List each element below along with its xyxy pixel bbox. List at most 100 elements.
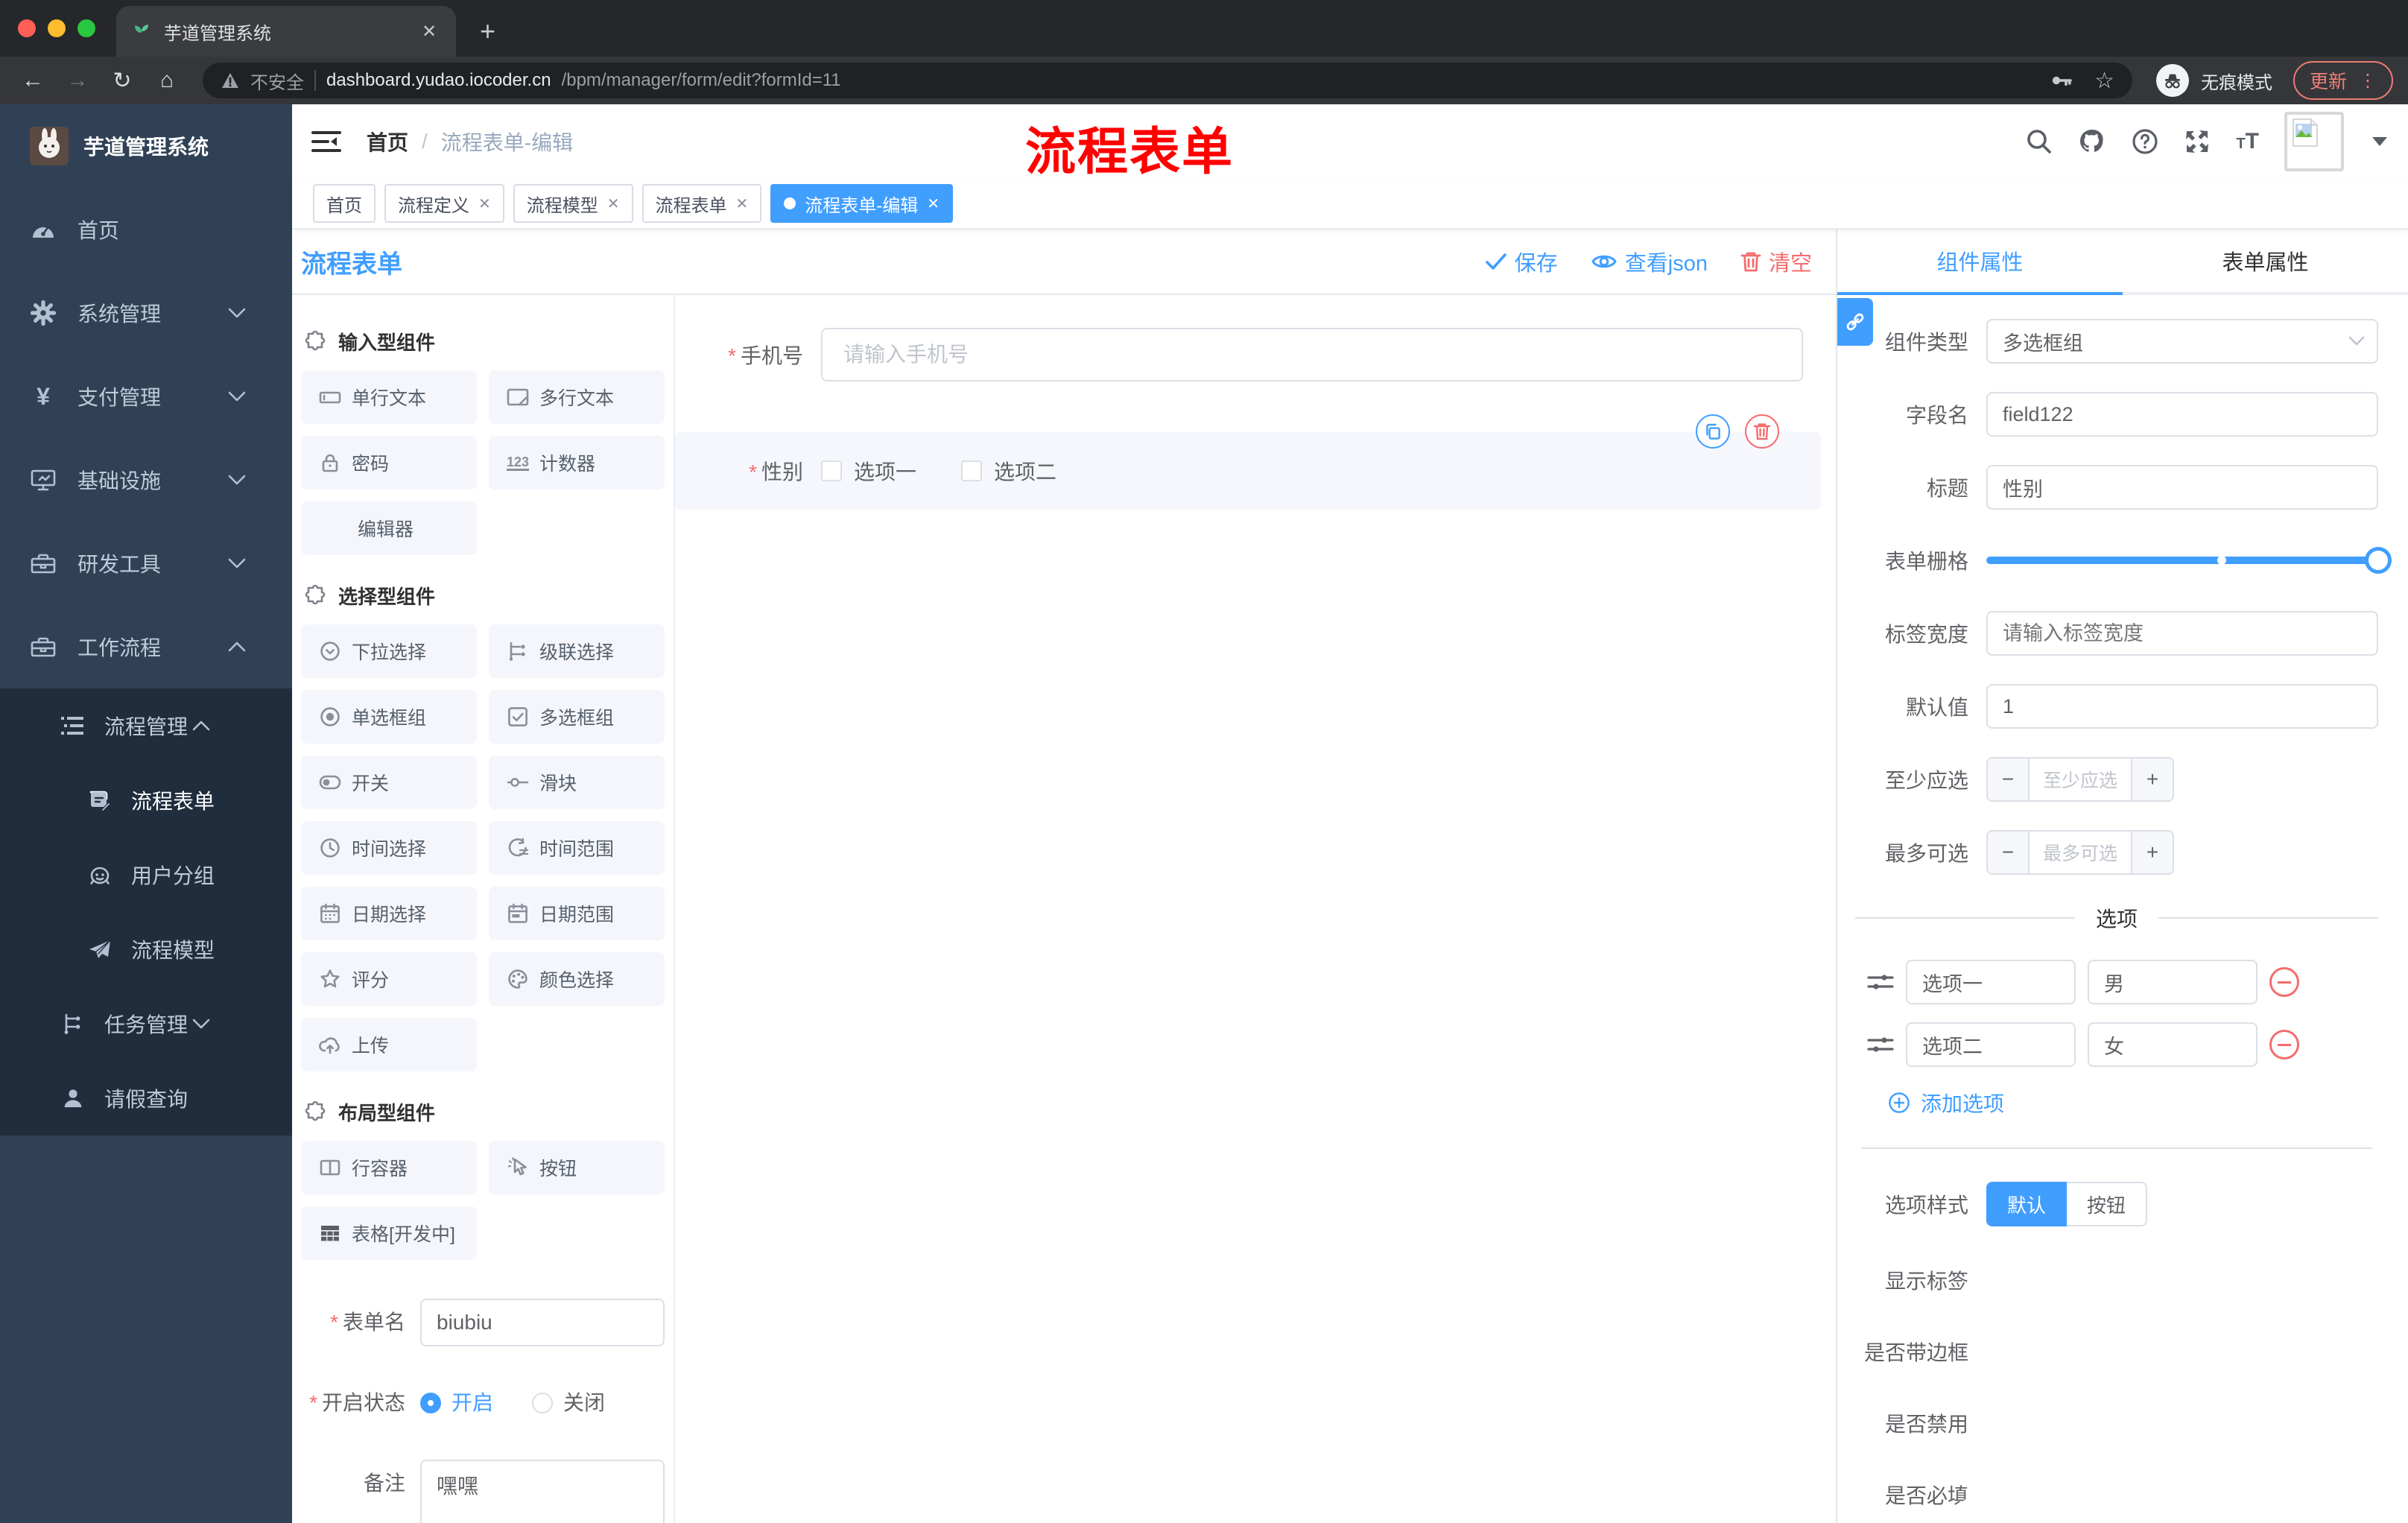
tag-process-model[interactable]: 流程模型 ✕	[513, 184, 633, 223]
sidebar-item-system[interactable]: 系统管理	[0, 271, 292, 355]
copy-component-button[interactable]	[1696, 414, 1730, 449]
tag-home[interactable]: 首页	[313, 184, 376, 223]
zoom-window-button[interactable]	[77, 19, 95, 37]
palette-item-editor[interactable]: 编辑器	[301, 501, 477, 555]
style-default-button[interactable]: 默认	[1986, 1182, 2067, 1226]
sidebar-item-task-management[interactable]: 任务管理	[0, 987, 292, 1061]
palette-item-time-picker[interactable]: 时间选择	[301, 821, 477, 875]
max-select-placeholder[interactable]: 最多可选	[2030, 832, 2131, 873]
minus-icon[interactable]: −	[1988, 759, 2030, 800]
user-menu-caret-icon[interactable]	[2372, 137, 2387, 146]
palette-item-cascader[interactable]: 级联选择	[489, 624, 665, 678]
option-2-value-input[interactable]	[2088, 1022, 2258, 1067]
help-icon[interactable]	[2132, 128, 2158, 155]
style-button-button[interactable]: 按钮	[2067, 1182, 2147, 1226]
palette-item-radio-group[interactable]: 单选框组	[301, 690, 477, 744]
max-select-stepper[interactable]: − 最多可选 +	[1986, 830, 2174, 875]
reload-icon[interactable]: ↻	[104, 63, 140, 98]
palette-item-rate[interactable]: 评分	[301, 952, 477, 1006]
sidebar-item-leave-query[interactable]: 请假查询	[0, 1061, 292, 1136]
close-icon[interactable]: ✕	[478, 194, 491, 213]
title-input[interactable]	[1986, 465, 2378, 510]
collapse-sidebar-icon[interactable]	[307, 122, 346, 161]
palette-item-switch[interactable]: 开关	[301, 756, 477, 809]
new-tab-button[interactable]: +	[471, 6, 504, 57]
sidebar-item-process-form[interactable]: 流程表单	[0, 763, 292, 838]
slider-handle[interactable]	[2365, 547, 2392, 574]
palette-item-multi-line-text[interactable]: 多行文本	[489, 370, 665, 424]
palette-item-dropdown-select[interactable]: 下拉选择	[301, 624, 477, 678]
palette-item-slider[interactable]: 滑块	[489, 756, 665, 809]
close-icon[interactable]: ✕	[607, 194, 620, 213]
phone-field-input[interactable]	[821, 328, 1803, 381]
min-select-placeholder[interactable]: 至少应选	[2030, 759, 2131, 800]
update-button[interactable]: 更新 ⋮	[2293, 61, 2393, 100]
font-size-icon[interactable]: TT	[2236, 129, 2259, 154]
save-button[interactable]: 保存	[1485, 246, 1558, 277]
view-json-button[interactable]: 查看json	[1591, 246, 1708, 277]
checkbox-icon[interactable]	[821, 460, 842, 481]
field-name-input[interactable]	[1986, 392, 2378, 437]
tab-component-props[interactable]: 组件属性	[1837, 229, 2123, 295]
bookmark-star-icon[interactable]: ☆	[2094, 68, 2114, 94]
slider-track[interactable]	[1986, 547, 2392, 574]
sidebar-item-process-model[interactable]: 流程模型	[0, 912, 292, 987]
link-icon[interactable]	[1837, 298, 1873, 346]
gender-option-2[interactable]: 选项二	[961, 456, 1056, 486]
palette-item-time-range[interactable]: 时间范围	[489, 821, 665, 875]
delete-component-button[interactable]	[1745, 414, 1779, 449]
key-icon[interactable]	[2050, 70, 2073, 91]
browser-menu-icon[interactable]: ⋮	[2359, 70, 2377, 92]
close-icon[interactable]: ✕	[927, 194, 940, 213]
sidebar-item-devtools[interactable]: 研发工具	[0, 522, 292, 605]
canvas-field-phone[interactable]: 手机号	[675, 328, 1821, 381]
search-icon[interactable]	[2026, 128, 2053, 155]
palette-item-button[interactable]: 按钮	[489, 1141, 665, 1194]
minimize-window-button[interactable]	[48, 19, 66, 37]
palette-item-password[interactable]: 密码	[301, 436, 477, 490]
close-window-button[interactable]	[18, 19, 36, 37]
address-bar[interactable]: 不安全 dashboard.yudao.iocoder.cn/bpm/manag…	[203, 63, 2132, 98]
sidebar-item-workflow[interactable]: 工作流程	[0, 605, 292, 688]
sidebar-item-infrastructure[interactable]: 基础设施	[0, 438, 292, 522]
remove-option-icon[interactable]	[2269, 1030, 2299, 1060]
canvas-field-gender-selected[interactable]: 性别 选项一 选项二	[675, 414, 1821, 510]
sidebar-item-process-management[interactable]: 流程管理	[0, 688, 292, 763]
minus-icon[interactable]: −	[1988, 832, 2030, 873]
gender-option-1[interactable]: 选项一	[821, 456, 916, 486]
github-icon[interactable]	[2078, 128, 2106, 155]
palette-item-row-container[interactable]: 行容器	[301, 1141, 477, 1194]
option-1-name-input[interactable]	[1906, 960, 2076, 1004]
option-1-value-input[interactable]	[2088, 960, 2258, 1004]
sidebar-item-user-groups[interactable]: 用户分组	[0, 838, 292, 912]
home-icon[interactable]: ⌂	[149, 63, 185, 98]
palette-item-checkbox-group[interactable]: 多选框组	[489, 690, 665, 744]
forward-icon[interactable]: →	[60, 63, 95, 98]
status-radio-off[interactable]: 关闭	[532, 1379, 605, 1427]
sidebar-item-home[interactable]: 首页	[0, 188, 292, 271]
drag-handle-icon[interactable]	[1867, 972, 1894, 992]
palette-item-single-line-text[interactable]: 单行文本	[301, 370, 477, 424]
avatar[interactable]	[2284, 112, 2344, 171]
close-tab-icon[interactable]: ✕	[417, 19, 441, 43]
form-name-input[interactable]	[420, 1299, 665, 1346]
form-grid-slider[interactable]	[1986, 538, 2392, 583]
add-option-button[interactable]: 添加选项	[1888, 1088, 2378, 1118]
fullscreen-icon[interactable]	[2184, 128, 2211, 155]
remove-option-icon[interactable]	[2269, 967, 2299, 997]
checkbox-icon[interactable]	[961, 460, 983, 481]
min-select-stepper[interactable]: − 至少应选 +	[1986, 757, 2174, 802]
palette-item-date-range[interactable]: 日期范围	[489, 887, 665, 940]
plus-icon[interactable]: +	[2131, 759, 2173, 800]
drag-handle-icon[interactable]	[1867, 1034, 1894, 1055]
back-icon[interactable]: ←	[15, 63, 51, 98]
breadcrumb-home[interactable]: 首页	[367, 127, 408, 156]
label-width-input[interactable]	[1986, 611, 2378, 656]
palette-item-counter[interactable]: 123 计数器	[489, 436, 665, 490]
palette-item-date-picker[interactable]: 日期选择	[301, 887, 477, 940]
status-radio-on[interactable]: 开启	[420, 1379, 493, 1427]
sidebar-item-payment[interactable]: ¥ 支付管理	[0, 355, 292, 438]
tag-process-definition[interactable]: 流程定义 ✕	[384, 184, 504, 223]
clear-button[interactable]: 清空	[1740, 246, 1812, 277]
default-value-input[interactable]	[1986, 684, 2378, 729]
